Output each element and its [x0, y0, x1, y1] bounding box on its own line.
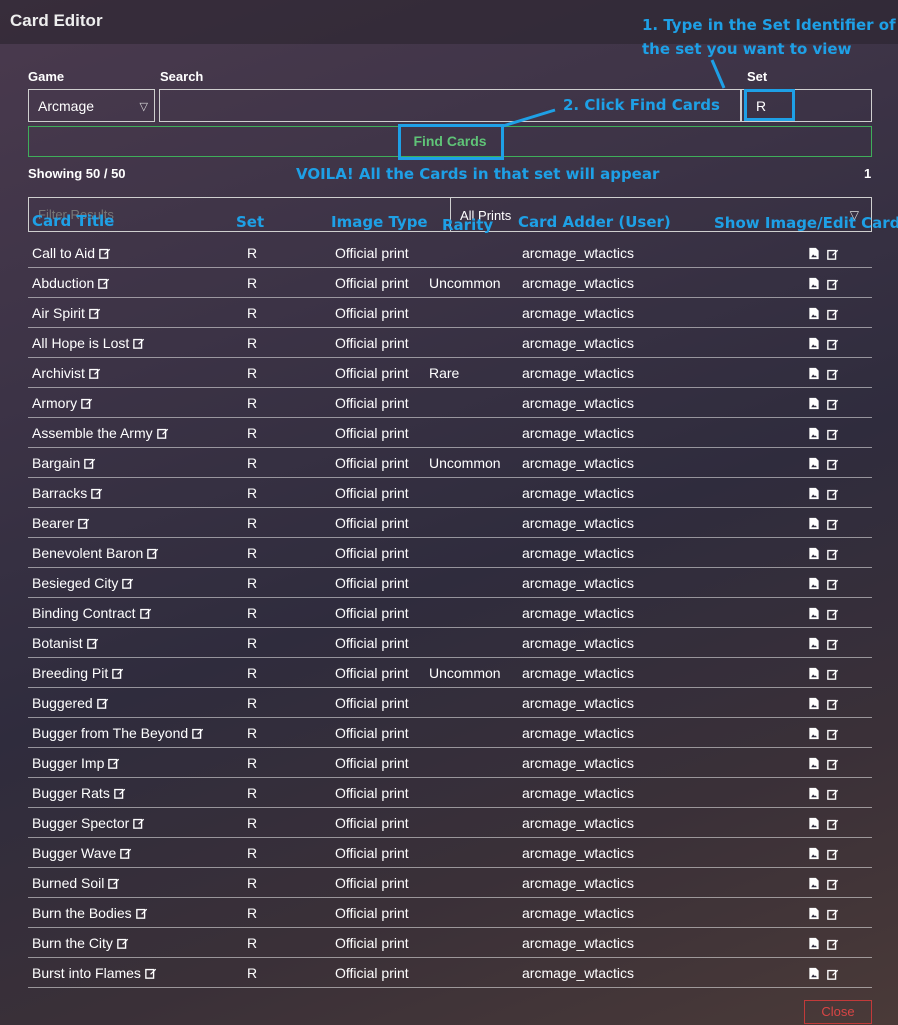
- annotation-col-user: Card Adder (User): [518, 213, 671, 231]
- annotation-col-type: Image Type: [331, 213, 428, 231]
- annotation-set-callout: [744, 89, 795, 121]
- annotation-col-title: Card Title: [32, 212, 115, 230]
- annotation-arrow-step1: [710, 59, 726, 89]
- annotation-find-callout: [398, 124, 504, 160]
- annotation-col-set: Set: [236, 213, 265, 231]
- annotation-step2: 2. Click Find Cards: [563, 96, 720, 114]
- annotation-arrow-step2: [502, 108, 556, 128]
- annotation-col-actions: Show Image/Edit Card: [714, 214, 898, 232]
- annotation-voila: VOILA! All the Cards in that set will ap…: [296, 165, 660, 183]
- annotation-col-rarity: Rarity: [442, 216, 494, 234]
